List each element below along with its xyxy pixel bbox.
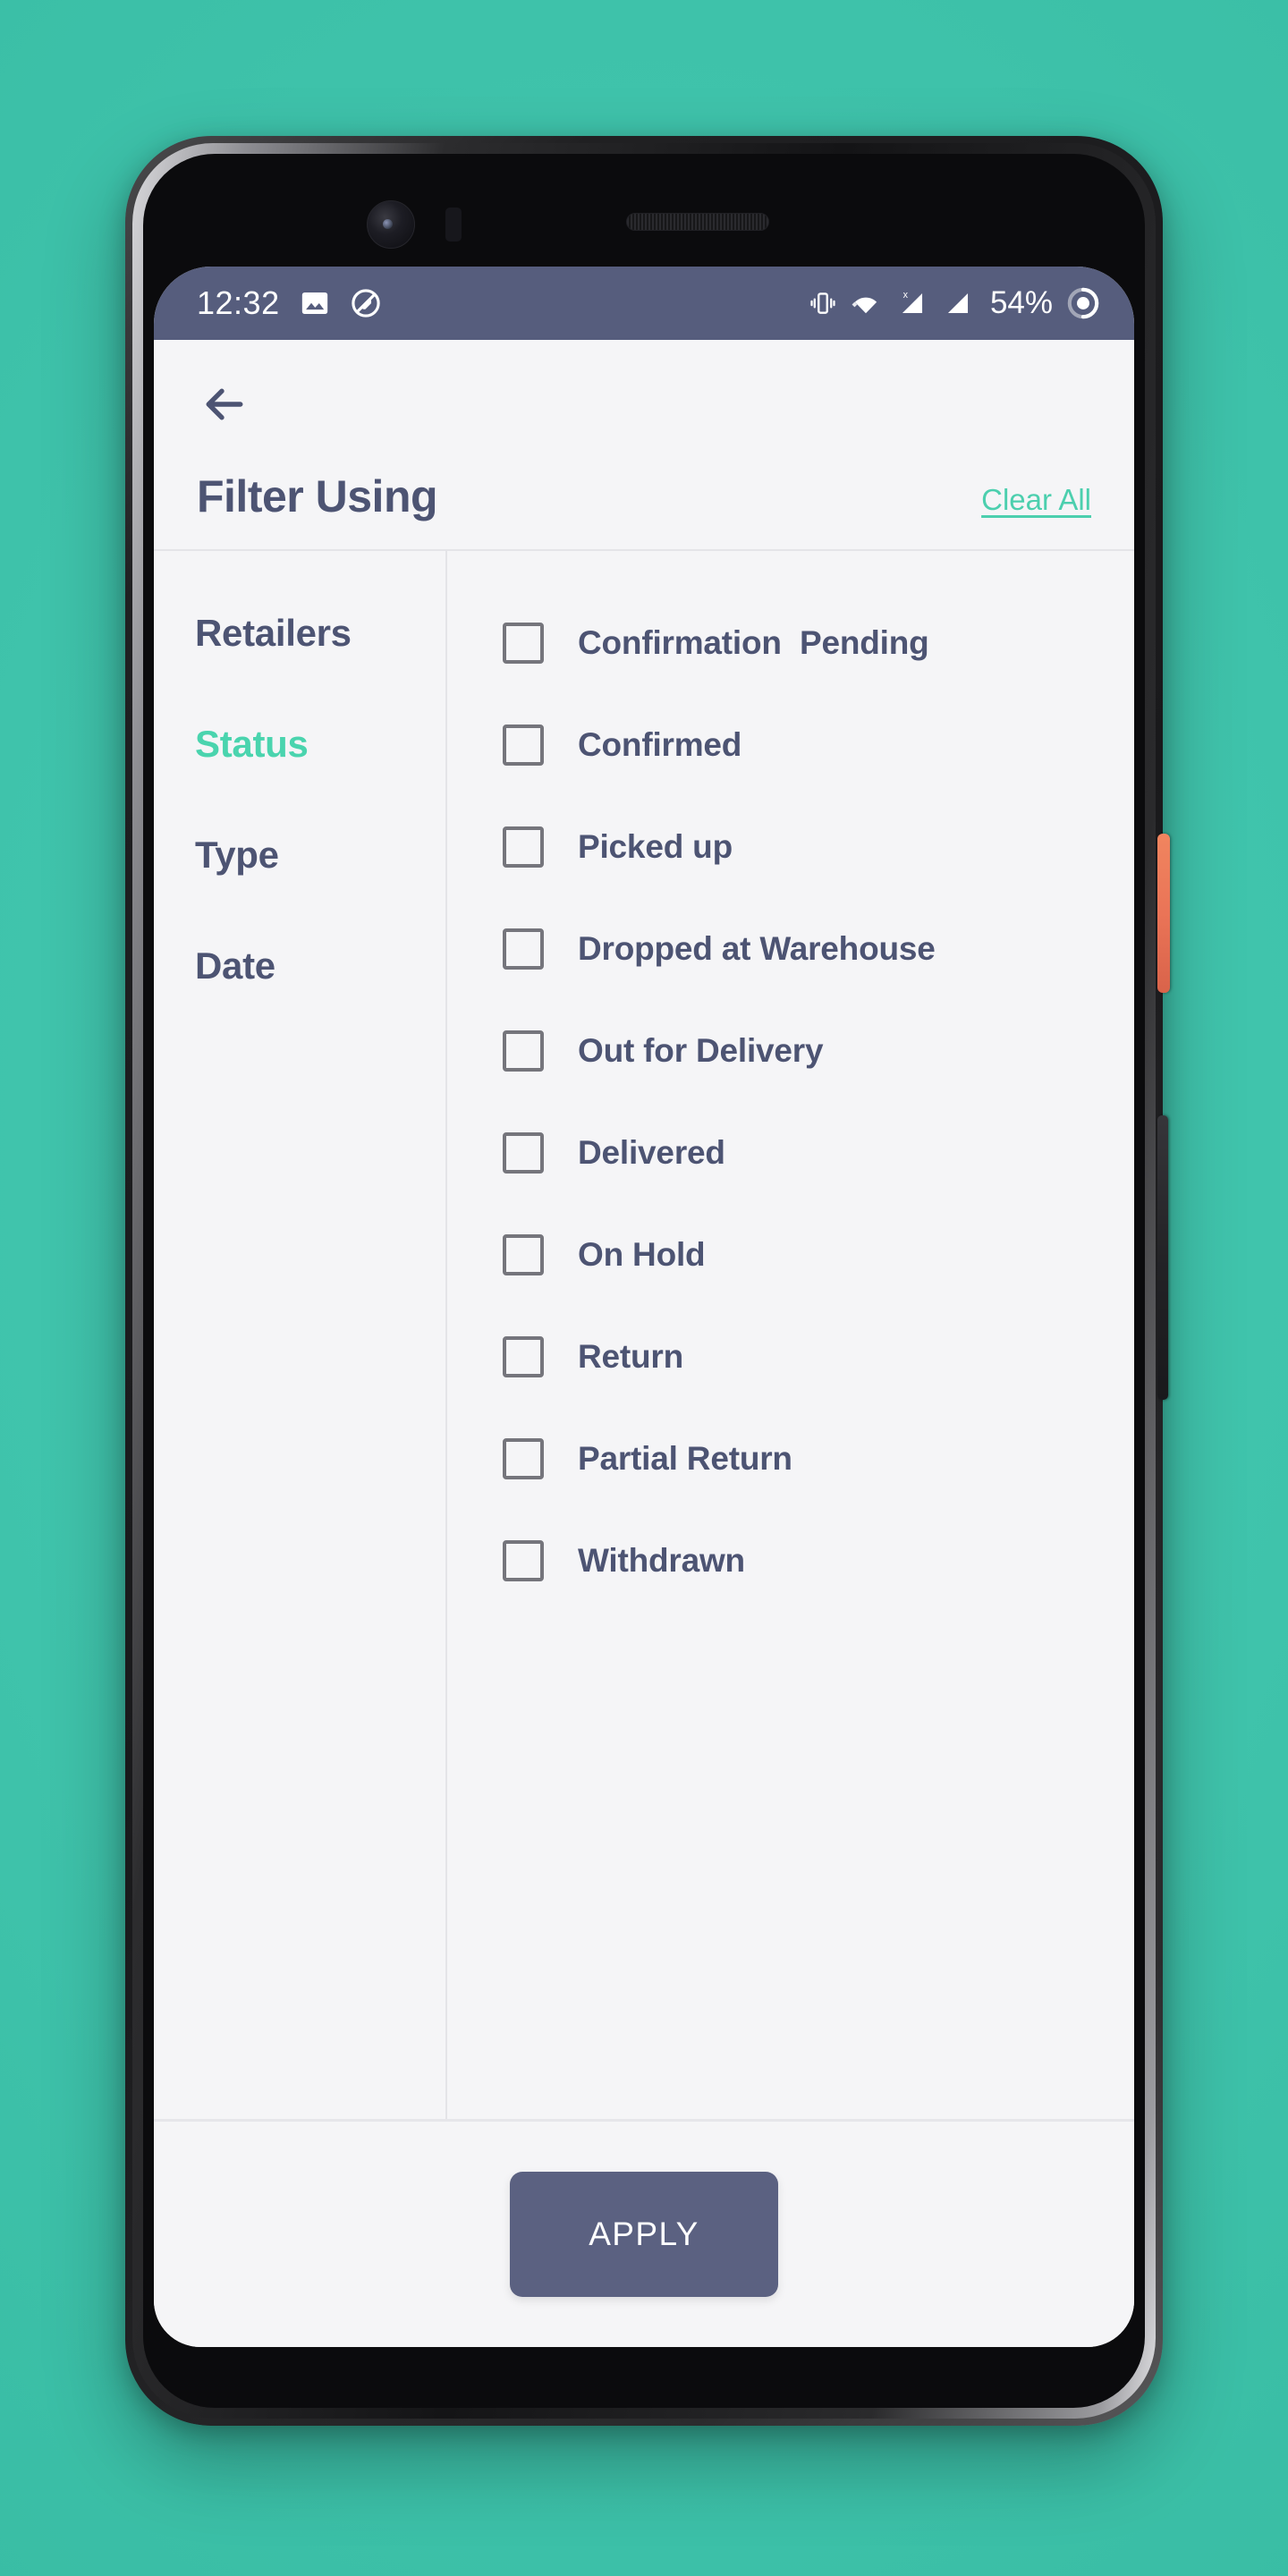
checkbox-withdrawn[interactable] [503, 1540, 544, 1581]
list-item[interactable]: Dropped at Warehouse [503, 898, 1098, 1000]
checkbox-delivered[interactable] [503, 1132, 544, 1174]
wifi-icon [850, 289, 882, 318]
phone-screen: 12:32 x 54% Filter Using Clear All Retai… [154, 267, 1134, 2347]
app-bar-title-row: Filter Using Clear All [197, 470, 1091, 549]
signal-icon [941, 288, 973, 318]
checkbox-dropped-at-warehouse[interactable] [503, 928, 544, 970]
sidebar-item-date[interactable]: Date [154, 925, 445, 1007]
list-item[interactable]: Partial Return [503, 1408, 1098, 1510]
filter-category-sidebar: Retailers Status Type Date [154, 551, 447, 2119]
front-camera-icon [367, 200, 415, 249]
sidebar-item-retailers[interactable]: Retailers [154, 592, 445, 674]
volume-rocker-button[interactable] [1157, 1115, 1168, 1400]
checkbox-return[interactable] [503, 1336, 544, 1377]
checkbox-partial-return[interactable] [503, 1438, 544, 1479]
do-not-disturb-icon [350, 287, 382, 319]
clear-all-button[interactable]: Clear All [981, 483, 1091, 522]
sidebar-item-type[interactable]: Type [154, 814, 445, 896]
status-bar-clock: 12:32 [197, 284, 280, 321]
filter-body: Retailers Status Type Date Confirmation … [154, 551, 1134, 2119]
power-button[interactable] [1157, 834, 1170, 993]
back-button[interactable] [197, 372, 261, 436]
apply-button[interactable]: APPLY [510, 2172, 778, 2297]
arrow-left-icon [206, 388, 243, 420]
checkbox-confirmed[interactable] [503, 724, 544, 766]
list-item[interactable]: Confirmation Pending [503, 592, 1098, 694]
checkbox-on-hold[interactable] [503, 1234, 544, 1275]
page-title: Filter Using [197, 471, 438, 521]
option-label: Partial Return [578, 1440, 792, 1477]
vibrate-icon [809, 289, 836, 318]
proximity-sensor-icon [445, 208, 462, 242]
checkbox-confirmation-pending[interactable] [503, 623, 544, 664]
option-label: Confirmation Pending [578, 624, 929, 661]
list-item[interactable]: Withdrawn [503, 1510, 1098, 1612]
earpiece-speaker-icon [626, 213, 769, 231]
option-label: Return [578, 1338, 684, 1375]
footer-bar: APPLY [154, 2122, 1134, 2347]
status-bar-right-group: x 54% [809, 285, 1100, 321]
list-item[interactable]: Confirmed [503, 694, 1098, 796]
list-item[interactable]: Delivered [503, 1102, 1098, 1204]
battery-percent-label: 54% [989, 285, 1053, 320]
app-bar: Filter Using Clear All [154, 340, 1134, 549]
signal-no-sim-icon: x [895, 288, 928, 318]
option-label: On Hold [578, 1236, 706, 1273]
list-item[interactable]: Picked up [503, 796, 1098, 898]
option-label: Picked up [578, 828, 733, 865]
battery-circle-icon [1066, 286, 1100, 320]
option-label: Out for Delivery [578, 1032, 824, 1069]
checkbox-picked-up[interactable] [503, 826, 544, 868]
image-icon [300, 288, 330, 318]
checkbox-out-for-delivery[interactable] [503, 1030, 544, 1072]
status-bar-left-group: 12:32 [197, 284, 382, 322]
list-item[interactable]: Out for Delivery [503, 1000, 1098, 1102]
sidebar-item-status[interactable]: Status [154, 703, 445, 785]
phone-device-frame: 12:32 x 54% Filter Using Clear All Retai… [125, 136, 1170, 2426]
list-item[interactable]: Return [503, 1306, 1098, 1408]
status-bar: 12:32 x 54% [154, 267, 1134, 340]
option-label: Confirmed [578, 726, 742, 763]
list-item[interactable]: On Hold [503, 1204, 1098, 1306]
option-label: Withdrawn [578, 1542, 745, 1579]
option-label: Delivered [578, 1134, 725, 1171]
svg-text:x: x [903, 290, 909, 301]
option-label: Dropped at Warehouse [578, 930, 936, 967]
status-options-panel: Confirmation Pending Confirmed Picked up… [447, 551, 1134, 2119]
